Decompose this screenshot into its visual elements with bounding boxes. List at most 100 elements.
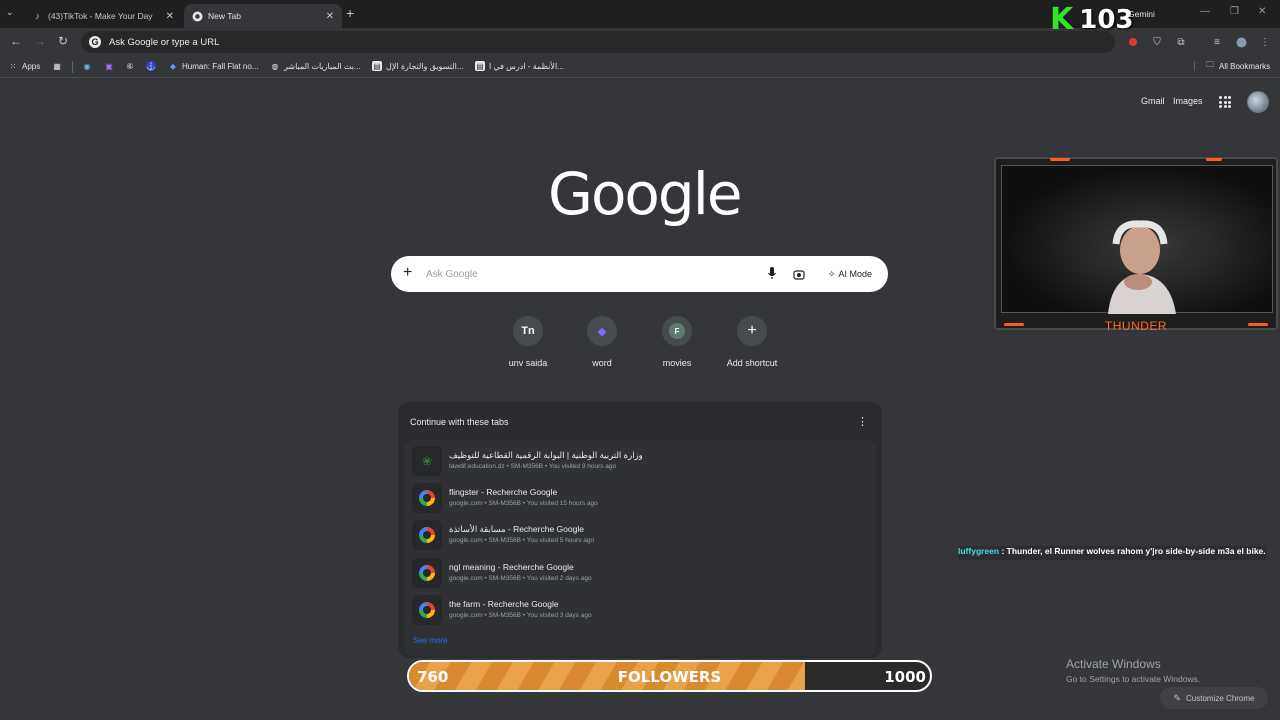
chrome-icon [192, 11, 203, 22]
shield-icon[interactable]: ⛉ [1151, 36, 1163, 48]
list-item[interactable]: ngl meaning - Recherche Google google.co… [408, 556, 872, 590]
shortcut-label: word [592, 358, 612, 368]
bookmark-systems[interactable]: ▤ الأنظمة - ادرس في ا... [475, 61, 564, 71]
list-item[interactable]: flingster - Recherche Google google.com … [408, 481, 872, 515]
anchor-icon: ⚓ [146, 61, 156, 71]
tab-item-title: the farm - Recherche Google [449, 599, 559, 609]
tab-search-chevron-icon[interactable]: ⌄ [6, 7, 14, 18]
maximize-icon[interactable]: ❐ [1230, 6, 1239, 17]
continue-tabs-panel: Continue with these tabs ⋮ ❀ وزارة الترب… [398, 402, 882, 658]
streamer-silhouette [1108, 220, 1176, 314]
google-icon [412, 595, 442, 625]
gmail-link[interactable]: Gmail [1141, 96, 1165, 106]
tab-item-sub: tawdif.education.dz • SM-M356B • You vis… [449, 463, 617, 470]
images-link[interactable]: Images [1173, 96, 1203, 106]
viewer-count: 103 [1079, 5, 1134, 35]
google-icon [412, 520, 442, 550]
movies-letter-icon: F [662, 316, 692, 346]
shortcut-unv-saida[interactable]: Tn unv saida [491, 316, 565, 368]
bookmark-sports-stream[interactable]: ◍ بث المباريات المباشر... [270, 61, 361, 71]
add-plus-icon[interactable]: + [403, 264, 412, 282]
minimize-icon[interactable]: — [1200, 6, 1210, 17]
bookmark-six[interactable]: ⑥ [125, 61, 139, 71]
search-input[interactable] [426, 265, 746, 283]
bookmark-anchor[interactable]: ⚓ [146, 61, 160, 71]
shortcut-movies[interactable]: F movies [640, 316, 714, 368]
panel-title: Continue with these tabs [410, 417, 509, 427]
list-item[interactable]: ❀ وزارة التربية الوطنية | البوابة الرقمي… [408, 444, 872, 478]
extension-red-icon[interactable] [1127, 36, 1139, 48]
frame-accent [1206, 158, 1222, 161]
account-avatar[interactable] [1247, 91, 1269, 113]
shortcut-add[interactable]: + Add shortcut [715, 316, 789, 368]
education-icon: ❀ [412, 446, 442, 476]
tab-item-title: ngl meaning - Recherche Google [449, 562, 574, 572]
bookmark-label: Human: Fall Flat no... [182, 61, 259, 71]
page-icon: ▤ [372, 61, 382, 71]
list-item[interactable]: مسابقة الأساتذة - Recherche Google googl… [408, 518, 872, 552]
tab-item-sub: google.com • SM-M356B • You visited 15 h… [449, 500, 598, 507]
bookmark-marketing[interactable]: ▤ التسويق والتجارة الإل... [372, 61, 464, 71]
folder-icon: 🗀 [1206, 60, 1214, 69]
close-icon[interactable]: ✕ [326, 11, 334, 22]
word-copilot-icon: ◆ [587, 316, 617, 346]
google-g-icon: G [89, 36, 101, 48]
bookmarks-bar: ⁙ Apps ▦ ◉ ▣ ⑥ ⚓ ◆ Human: Fall Flat no..… [0, 56, 1280, 78]
new-tab-plus-icon[interactable]: + [346, 5, 354, 21]
puzzle-extensions-icon[interactable]: ⧉ [1175, 36, 1187, 48]
bookmark-human-fall-flat[interactable]: ◆ Human: Fall Flat no... [168, 61, 259, 71]
viewer-counter: K 103 [1050, 5, 1134, 36]
bookmark-steam[interactable]: ◉ [82, 61, 96, 71]
gemini-button[interactable]: Gemini [1128, 9, 1155, 19]
microphone-icon[interactable] [767, 266, 777, 280]
customize-chrome-button[interactable]: ✎ Customize Chrome [1160, 687, 1268, 709]
pencil-icon: ✎ [1173, 692, 1182, 703]
lens-camera-icon[interactable] [793, 268, 805, 280]
apps-grid-icon: ⁙ [9, 61, 17, 71]
more-vert-icon[interactable]: ⋮ [857, 415, 868, 428]
tab-title: (43)TikTok - Make Your Day [48, 11, 153, 21]
tab-item-sub: google.com • SM-M356B • You visited 3 da… [449, 612, 592, 619]
followers-label: FOLLOWERS [617, 668, 722, 686]
ai-mode-label: AI Mode [838, 269, 873, 279]
tab-new-tab[interactable]: New Tab ✕ [184, 4, 342, 28]
tab-tiktok[interactable]: ♪ (43)TikTok - Make Your Day ✕ [24, 4, 182, 28]
tab-item-sub: google.com • SM-M356B • You visited 2 da… [449, 575, 592, 582]
profile-avatar-icon[interactable] [1235, 36, 1247, 48]
google-apps-icon[interactable] [1219, 96, 1231, 108]
chat-message: luffygreen : Thunder, el Runner wolves r… [958, 546, 1266, 560]
followers-target: 1000 [884, 668, 926, 686]
reload-icon[interactable]: ↻ [58, 34, 68, 48]
chat-username: luffygreen [958, 546, 1000, 556]
ai-sparkle-search-icon: ✧ [828, 268, 836, 279]
bookmark-all-bookmarks[interactable]: 🗀 All Bookmarks [1194, 60, 1270, 71]
back-arrow-icon[interactable]: ← [10, 34, 22, 48]
close-icon[interactable]: ✕ [166, 11, 174, 22]
tiktok-icon: ♪ [35, 11, 40, 21]
streamer-name: THUNDER [1104, 319, 1168, 333]
shortcut-label: movies [662, 358, 692, 368]
webcam-video [1001, 165, 1273, 314]
customize-label: Customize Chrome [1186, 693, 1255, 703]
tab-item-title: flingster - Recherche Google [449, 487, 558, 497]
frame-accent [1050, 158, 1070, 161]
see-more-link[interactable]: See more [413, 636, 448, 645]
ai-mode-button[interactable]: ✧ AI Mode [822, 265, 878, 283]
window-close-icon[interactable]: ✕ [1258, 6, 1266, 17]
webcam-overlay: THUNDER [994, 157, 1278, 333]
bookmark-tile[interactable]: ▦ [52, 61, 66, 71]
bookmark-twitch[interactable]: ▣ [104, 61, 118, 71]
shortcut-label: unv saida [508, 358, 548, 368]
media-queue-icon[interactable]: ≡ [1211, 36, 1223, 48]
unv-saida-icon: Tn [513, 316, 543, 346]
search-box[interactable]: + ✧ AI Mode [391, 256, 888, 292]
omnibox[interactable]: G Ask Google or type a URL [81, 31, 1115, 53]
bookmark-separator [72, 61, 73, 73]
shortcut-word[interactable]: ◆ word [565, 316, 639, 368]
forward-arrow-icon[interactable]: → [34, 34, 46, 48]
omnibox-text: Ask Google or type a URL [109, 36, 220, 48]
kebab-menu-icon[interactable]: ⋮ [1259, 36, 1271, 48]
list-item[interactable]: the farm - Recherche Google google.com •… [408, 593, 872, 627]
number-icon: ⑥ [126, 61, 134, 71]
bookmark-apps[interactable]: ⁙ Apps [8, 61, 41, 71]
